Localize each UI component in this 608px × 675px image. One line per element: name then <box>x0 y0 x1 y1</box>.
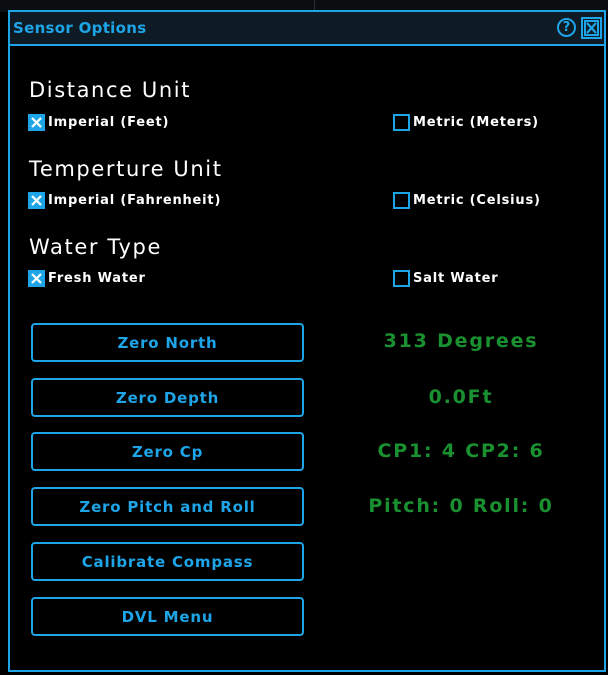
option-label: Imperial (Fahrenheit) <box>48 192 222 208</box>
pitch-roll-readout: Pitch: 0 Roll: 0 <box>368 495 554 517</box>
zero-depth-button[interactable]: Zero Depth <box>31 378 304 417</box>
close-x-icon <box>584 20 599 36</box>
option-label: Salt Water <box>413 270 499 286</box>
dvl-menu-button[interactable]: DVL Menu <box>31 597 304 636</box>
sensor-options-dialog: Sensor Options ? Distance Unit Imperial … <box>8 10 606 672</box>
option-label: Imperial (Feet) <box>48 114 170 130</box>
option-label: Fresh Water <box>48 270 146 286</box>
app-screen: Sensor Options ? Distance Unit Imperial … <box>0 0 608 675</box>
title-bar: Sensor Options ? <box>10 12 604 46</box>
checkbox-unchecked-icon[interactable] <box>393 269 410 287</box>
imperial-feet-option[interactable]: Imperial (Feet) <box>28 112 169 132</box>
zero-north-button[interactable]: Zero North <box>31 323 304 362</box>
option-label: Metric (Meters) <box>413 114 539 130</box>
calibrate-compass-button[interactable]: Calibrate Compass <box>31 542 304 581</box>
zero-cp-button[interactable]: Zero Cp <box>31 432 304 471</box>
depth-readout: 0.0Ft <box>428 386 494 408</box>
question-circle-icon: ? <box>562 20 571 35</box>
checkbox-unchecked-icon[interactable] <box>393 113 410 131</box>
checkbox-unchecked-icon[interactable] <box>393 191 410 209</box>
metric-meters-option[interactable]: Metric (Meters) <box>393 112 539 132</box>
checkbox-checked-icon[interactable] <box>28 269 45 287</box>
zero-pitch-and-roll-button[interactable]: Zero Pitch and Roll <box>31 487 304 526</box>
cp-readout: CP1: 4 CP2: 6 <box>377 440 545 462</box>
help-button[interactable]: ? <box>557 18 576 37</box>
checkbox-checked-icon[interactable] <box>28 191 45 209</box>
metric-celsius-option[interactable]: Metric (Celsius) <box>393 190 541 210</box>
option-label: Metric (Celsius) <box>413 192 541 208</box>
imperial-fahrenheit-option[interactable]: Imperial (Fahrenheit) <box>28 190 221 210</box>
heading-readout: 313 Degrees <box>383 330 539 352</box>
salt-water-option[interactable]: Salt Water <box>393 268 498 288</box>
temperature-unit-heading: Temperture Unit <box>29 157 223 181</box>
close-button[interactable] <box>581 17 602 39</box>
distance-unit-heading: Distance Unit <box>29 78 192 102</box>
fresh-water-option[interactable]: Fresh Water <box>28 268 146 288</box>
dialog-title: Sensor Options <box>13 19 147 37</box>
water-type-heading: Water Type <box>29 235 162 259</box>
checkbox-checked-icon[interactable] <box>28 113 45 131</box>
